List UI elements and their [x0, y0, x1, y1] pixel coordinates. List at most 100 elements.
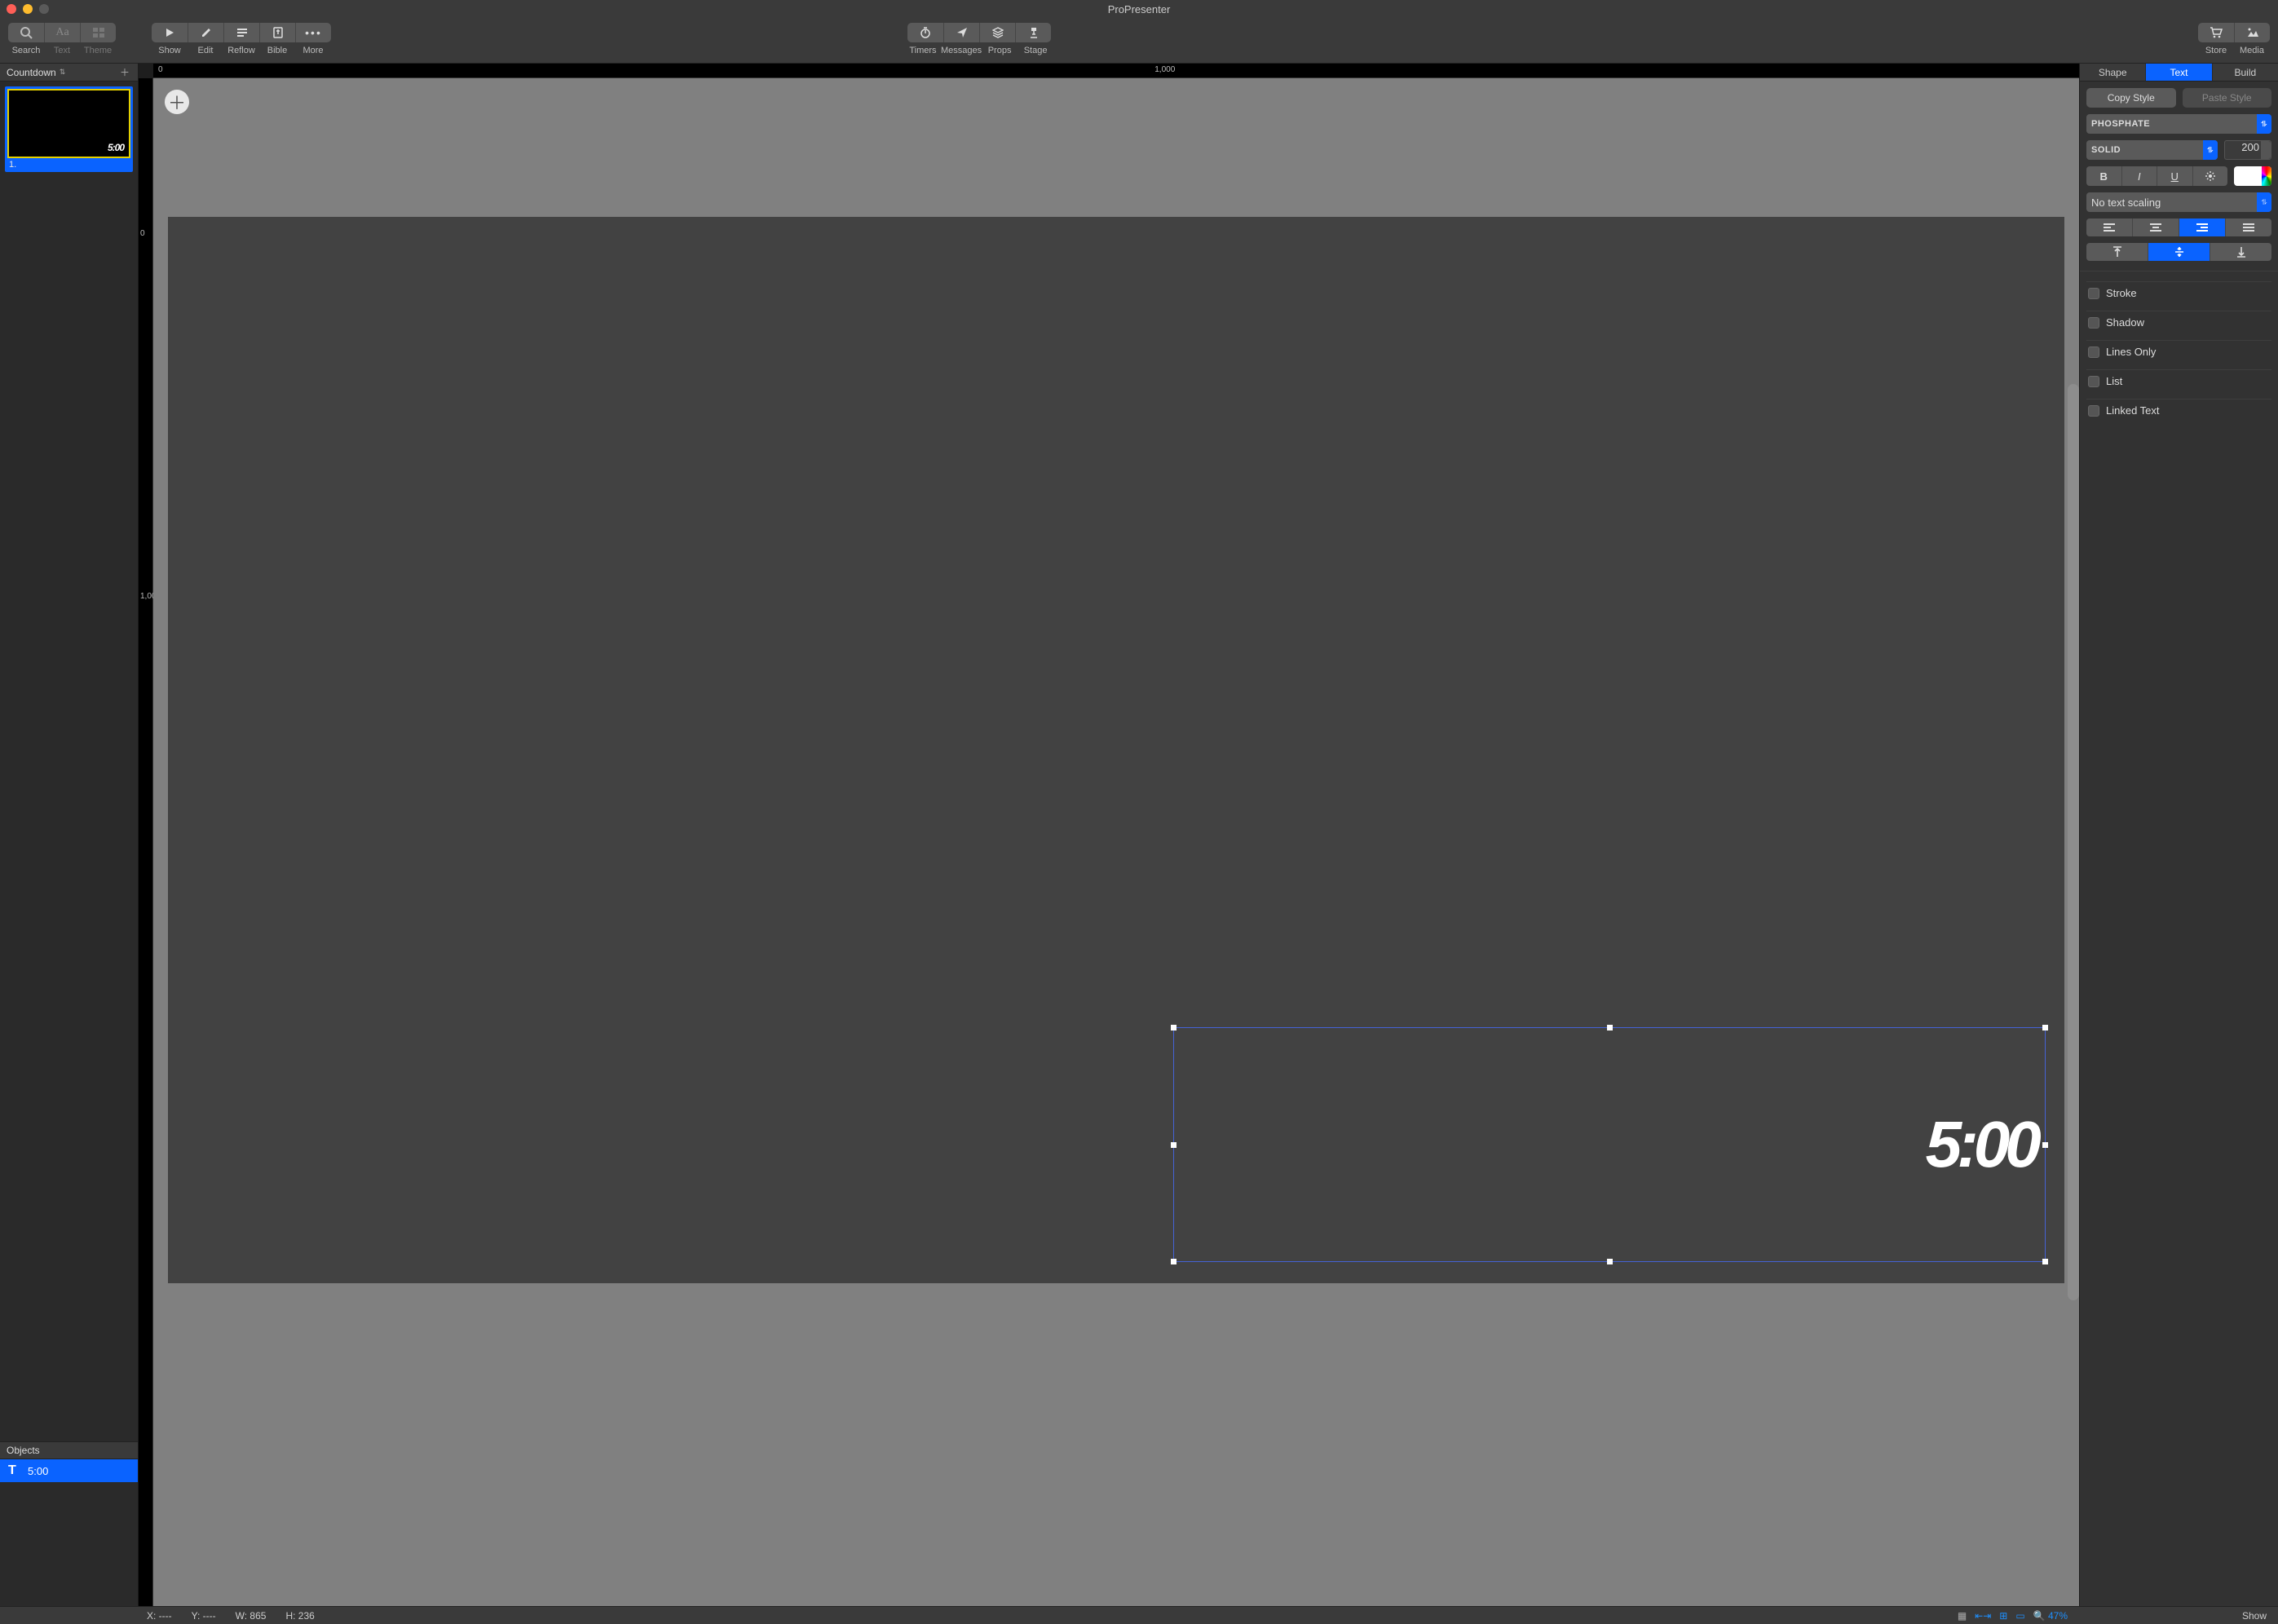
copy-style-button[interactable]: Copy Style [2086, 88, 2176, 108]
resize-handle-tl[interactable] [1171, 1025, 1177, 1030]
minimize-window-icon[interactable] [23, 4, 33, 14]
edit-button[interactable] [188, 23, 223, 42]
presentation-name: Countdown [7, 67, 56, 78]
props-button[interactable] [979, 23, 1015, 42]
snap-toggle-icon[interactable]: ⇤⇥ [1975, 1610, 1991, 1622]
object-row[interactable]: T 5:00 [0, 1459, 138, 1482]
paste-style-button[interactable]: Paste Style [2183, 88, 2272, 108]
add-element-button[interactable]: ＋ [165, 90, 189, 114]
guides-icon[interactable]: ▭ [2015, 1610, 2024, 1622]
zoom-value: 47% [2048, 1610, 2068, 1622]
editor-viewport[interactable]: ＋ 5:00 [153, 78, 2079, 1606]
media-button[interactable] [2234, 23, 2270, 42]
stage-button[interactable] [1015, 23, 1051, 42]
linked-text-checkbox-row[interactable]: Linked Text [2086, 399, 2271, 421]
bible-icon [273, 27, 283, 38]
shadow-checkbox-row[interactable]: Shadow [2086, 311, 2271, 333]
font-weight-dropdown[interactable]: SOLID ⥮ [2086, 140, 2218, 160]
reflow-label: Reflow [223, 46, 259, 55]
text-icon: Aa [55, 26, 68, 39]
main-toolbar: Aa Search Text Theme ••• Show Edit Reflo… [0, 18, 2278, 64]
resize-handle-tr[interactable] [2042, 1025, 2048, 1030]
valign-bottom-button[interactable] [2210, 243, 2271, 261]
underline-button[interactable]: U [2157, 166, 2192, 186]
font-size-field[interactable]: 200 [2224, 140, 2271, 160]
ruler-v-tick-0: 0 [140, 229, 145, 238]
timers-label: Timers [905, 46, 941, 55]
align-center-button[interactable] [2132, 218, 2179, 236]
checkbox-icon [2088, 376, 2099, 387]
resize-handle-br[interactable] [2042, 1259, 2048, 1264]
grid-icon[interactable]: ⊞ [1999, 1610, 2007, 1622]
italic-button[interactable]: I [2121, 166, 2157, 186]
object-label: 5:00 [28, 1465, 48, 1477]
bible-label: Bible [259, 46, 295, 55]
tab-build[interactable]: Build [2213, 64, 2278, 81]
messages-button[interactable] [943, 23, 979, 42]
messages-label: Messages [941, 46, 982, 55]
slide-thumbnail-text: 5:00 [108, 142, 124, 153]
align-left-button[interactable] [2086, 218, 2132, 236]
add-slide-button[interactable]: ＋ [118, 65, 131, 79]
stepper-icon[interactable] [2261, 141, 2271, 159]
align-right-button[interactable] [2179, 218, 2225, 236]
resize-handle-mr[interactable] [2042, 1142, 2048, 1148]
show-button-footer[interactable]: Show [2076, 1610, 2270, 1622]
edit-label: Edit [188, 46, 223, 55]
bold-button[interactable]: B [2086, 166, 2121, 186]
valign-top-button[interactable] [2086, 243, 2148, 261]
close-window-icon[interactable] [7, 4, 16, 14]
store-button[interactable] [2198, 23, 2234, 42]
valign-middle-button[interactable] [2148, 243, 2210, 261]
text-scaling-dropdown[interactable]: No text scaling ⥮ [2086, 192, 2271, 212]
slide-thumbnail-selected[interactable]: 5:00 1. [5, 86, 133, 172]
objects-list: T 5:00 [0, 1459, 138, 1606]
resize-handle-bl[interactable] [1171, 1259, 1177, 1264]
text-settings-button[interactable] [2192, 166, 2228, 186]
pencil-icon [201, 27, 212, 38]
gear-icon [2205, 170, 2216, 182]
font-size-value: 200 [2241, 141, 2259, 153]
slide-canvas[interactable]: 5:00 [168, 217, 2064, 1283]
lines-only-label: Lines Only [2106, 346, 2156, 358]
slide-thumbnail: 5:00 [7, 89, 130, 158]
text-color-swatch[interactable] [2234, 166, 2271, 186]
tab-text[interactable]: Text [2146, 64, 2212, 81]
stroke-checkbox-row[interactable]: Stroke [2086, 281, 2271, 304]
lines-only-checkbox-row[interactable]: Lines Only [2086, 340, 2271, 363]
presentation-name-header[interactable]: Countdown ⇅ ＋ [0, 64, 138, 82]
search-button[interactable] [8, 23, 44, 42]
tab-shape[interactable]: Shape [2080, 64, 2146, 81]
media-icon [2246, 27, 2259, 38]
theme-label: Theme [80, 46, 116, 55]
show-button[interactable] [152, 23, 188, 42]
play-icon [164, 27, 175, 38]
props-label: Props [982, 46, 1018, 55]
more-button[interactable]: ••• [295, 23, 331, 42]
font-family-dropdown[interactable]: PHOSPHATE ⥮ [2086, 114, 2271, 134]
theme-icon [92, 26, 105, 39]
text-object-selected[interactable]: 5:00 [1173, 1027, 2046, 1262]
search-icon [20, 26, 33, 39]
resize-handle-tm[interactable] [1607, 1025, 1613, 1030]
stroke-label: Stroke [2106, 287, 2137, 299]
viewport-scrollbar[interactable] [2068, 384, 2079, 1300]
list-checkbox-row[interactable]: List [2086, 369, 2271, 392]
theme-button[interactable] [80, 23, 116, 42]
valign-top-icon [2112, 246, 2122, 258]
reflow-button[interactable] [223, 23, 259, 42]
resize-handle-bm[interactable] [1607, 1259, 1613, 1264]
layers-icon [992, 27, 1004, 38]
bible-button[interactable] [259, 23, 295, 42]
fullscreen-window-icon[interactable] [39, 4, 49, 14]
toolbar-left-group: Aa Search Text Theme [8, 23, 116, 55]
resize-handle-ml[interactable] [1171, 1142, 1177, 1148]
zoom-control[interactable]: 🔍 47% [2033, 1610, 2068, 1622]
grid-toggle-icon[interactable]: ▦ [1958, 1610, 1967, 1622]
more-label: More [295, 46, 331, 55]
timers-button[interactable] [907, 23, 943, 42]
align-justify-button[interactable] [2225, 218, 2271, 236]
inspector-panel: Shape Text Build Copy Style Paste Style … [2079, 64, 2278, 1606]
chevron-updown-icon: ⥮ [2203, 140, 2218, 160]
text-button[interactable]: Aa [44, 23, 80, 42]
